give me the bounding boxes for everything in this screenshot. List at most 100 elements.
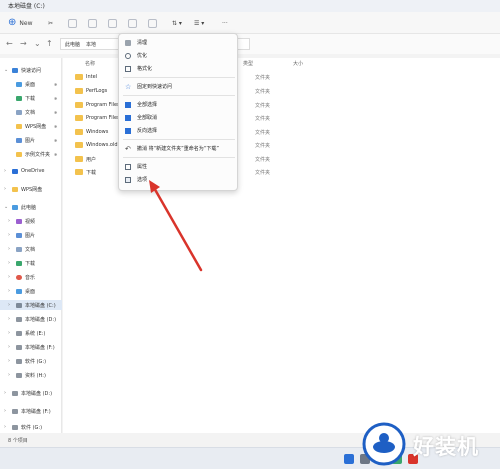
sidebar-item-network-drive-g[interactable]: › 软件 (G:) [0, 422, 62, 432]
sidebar-item-drive-d[interactable]: › 本地磁盘 (D:) [0, 314, 62, 324]
watermark-text: 好装机 [413, 435, 479, 459]
menu-item-optimize[interactable]: 优化 [121, 50, 237, 61]
copy-icon[interactable] [68, 17, 77, 29]
share-icon[interactable] [128, 17, 137, 29]
file-type: 文件夹 [255, 129, 271, 136]
menu-item-label: 全部取消 [137, 115, 158, 121]
sidebar-item-desktop[interactable]: 桌面 ✱ [0, 79, 62, 89]
sidebar-item-desktop-2[interactable]: › 桌面 [0, 286, 62, 296]
undo-icon: ↶ [125, 144, 131, 153]
menu-item-select-none[interactable]: 全部取消 [121, 112, 237, 123]
sidebar-item-label: 本地磁盘 (D:) [21, 390, 53, 397]
options-icon [125, 176, 131, 183]
sidebar-item-drive-e[interactable]: › 系统 (E:) [0, 328, 62, 338]
plus-icon: ⊕ [8, 17, 17, 28]
menu-item-invert-selection[interactable]: 反向选择 [121, 125, 237, 136]
recent-chevron-icon[interactable]: ⌄ [34, 39, 41, 48]
star-icon: ☆ [125, 82, 132, 91]
menu-item-format[interactable]: 格式化 [121, 63, 237, 74]
sidebar-item-label: 文档 [25, 246, 36, 253]
sidebar-item-label: 图片 [25, 137, 36, 144]
column-header-type[interactable]: 类型 [243, 60, 253, 67]
sidebar-item-label: WPS网盘 [25, 123, 47, 130]
chevron-right-icon: › [4, 408, 6, 414]
column-header-name[interactable]: 名称 [85, 60, 95, 67]
sidebar-item-drive-c[interactable]: › 本地磁盘 (C:) [0, 300, 62, 310]
menu-item-label: 撤消 将“新建文件夹”重命名为“下载” [137, 146, 219, 152]
sidebar-item-drive-f[interactable]: › 本地磁盘 (F:) [0, 342, 62, 352]
sidebar-item-label: 音乐 [25, 274, 36, 281]
optimize-icon [125, 52, 131, 59]
back-icon[interactable]: ← [6, 39, 13, 48]
onedrive-icon [12, 168, 18, 174]
sidebar-item-music[interactable]: › 音乐 [0, 272, 62, 282]
sidebar-item-pictures-2[interactable]: › 图片 [0, 230, 62, 240]
forward-icon[interactable]: → [20, 39, 27, 48]
menu-item-properties[interactable]: 属性 [121, 161, 237, 172]
computer-icon [12, 204, 18, 210]
star-icon [12, 67, 18, 73]
sidebar-item-label: 本地磁盘 (C:) [25, 302, 56, 309]
sidebar-item-drive-g[interactable]: › 软件 (G:) [0, 356, 62, 366]
sidebar-item-label: 快速访问 [21, 67, 42, 74]
sidebar-item-pictures[interactable]: 图片 ✱ [0, 135, 62, 145]
sidebar-item-downloads-2[interactable]: › 下载 [0, 258, 62, 268]
menu-item-label: 固定到快速访问 [137, 84, 173, 90]
sidebar-item-downloads[interactable]: 下载 ✱ [0, 93, 62, 103]
breadcrumb-item[interactable]: 此电脑 [65, 41, 80, 48]
folder-icon [75, 115, 83, 121]
folder-icon [75, 156, 83, 162]
cut-icon[interactable]: ✂ [48, 17, 53, 29]
delete-icon[interactable] [148, 17, 157, 29]
sidebar-item-label: 资料 (H:) [25, 372, 46, 379]
document-icon [16, 246, 22, 252]
sort-icon[interactable]: ⇅ ▾ [172, 17, 182, 29]
pin-icon: ✱ [54, 123, 58, 129]
view-icon[interactable]: ☰ ▾ [194, 17, 204, 29]
start-icon[interactable] [344, 454, 354, 464]
sidebar-item-onedrive[interactable]: › OneDrive [0, 166, 62, 176]
invert-selection-icon [125, 127, 131, 134]
pin-icon: ✱ [54, 137, 58, 143]
chevron-right-icon: › [4, 168, 6, 174]
file-name: Windows.old [86, 142, 118, 148]
sidebar-item-this-pc[interactable]: ⌄ 此电脑 [0, 202, 62, 212]
folder-icon [75, 129, 83, 135]
sidebar-item-wps-cloud[interactable]: WPS网盘 ✱ [0, 121, 62, 131]
breadcrumb-item[interactable]: 本地 [86, 41, 96, 48]
file-name: PerfLogs [86, 88, 108, 94]
desktop-icon [16, 81, 22, 87]
sidebar-item-network-drive-d[interactable]: › 本地磁盘 (D:) [0, 388, 62, 398]
sidebar-item-drive-h[interactable]: › 资料 (H:) [0, 370, 62, 380]
video-icon [16, 218, 22, 224]
select-none-icon [125, 114, 131, 121]
chevron-right-icon: › [8, 372, 10, 378]
format-icon [125, 65, 131, 72]
more-icon[interactable]: ··· [222, 17, 228, 29]
menu-item-label: 全部选择 [137, 102, 158, 108]
paste-icon[interactable] [88, 17, 97, 29]
sidebar-item-quick-access[interactable]: ⌄ 快速访问 [0, 65, 62, 75]
menu-item-pin-quick-access[interactable]: ☆ 固定到快速访问 [121, 81, 237, 92]
file-name: Intel [86, 74, 98, 80]
up-icon[interactable]: ↑ [46, 39, 53, 48]
menu-item-options[interactable]: 选项 [121, 174, 237, 185]
rename-icon[interactable] [108, 17, 117, 29]
chevron-right-icon: › [8, 344, 10, 350]
folder-icon [75, 74, 83, 80]
drive-icon [16, 372, 22, 378]
menu-item-select-all[interactable]: 全部选择 [121, 99, 237, 110]
column-header-size[interactable]: 大小 [293, 60, 303, 67]
chevron-right-icon: › [8, 288, 10, 294]
sidebar-item-documents-2[interactable]: › 文档 [0, 244, 62, 254]
sidebar-item-documents[interactable]: 文档 ✱ [0, 107, 62, 117]
sidebar-item-wps-cloud-2[interactable]: › WPS网盘 [0, 184, 62, 194]
new-button[interactable]: ⊕ New [8, 17, 32, 29]
menu-item-undo[interactable]: ↶ 撤消 将“新建文件夹”重命名为“下载” [121, 143, 237, 154]
sidebar-item-sample-folder[interactable]: 示例文件夹 ✱ [0, 149, 62, 159]
menu-item-cleanup[interactable]: 清理 [121, 37, 237, 48]
sidebar-item-videos[interactable]: › 视频 [0, 216, 62, 226]
sidebar-item-label: WPS网盘 [21, 186, 43, 193]
sidebar-item-label: 本地磁盘 (F:) [21, 408, 51, 415]
sidebar-item-network-drive-f[interactable]: › 本地磁盘 (F:) [0, 406, 62, 416]
